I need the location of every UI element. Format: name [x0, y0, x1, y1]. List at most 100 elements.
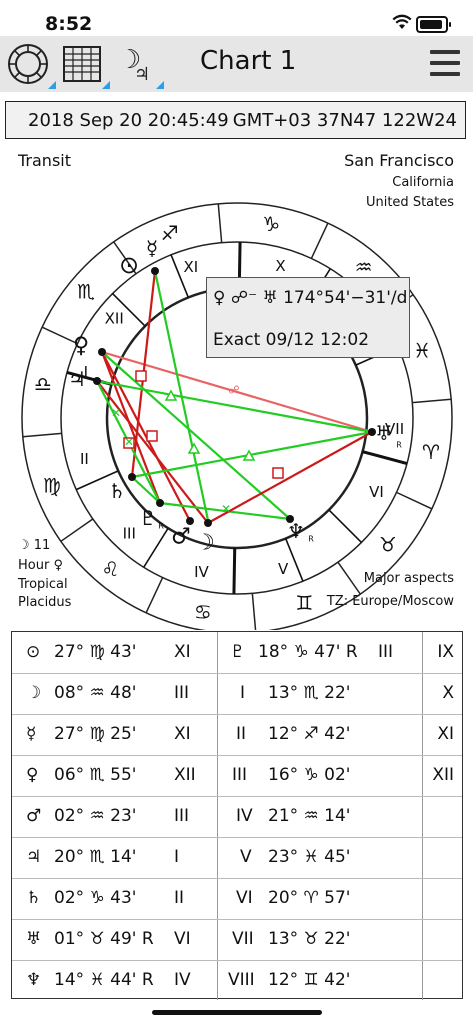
planet-position: 06° ♏ 55' — [54, 765, 137, 785]
sun-icon: ⊙ — [119, 251, 139, 279]
retrograde-marker: R — [396, 441, 402, 450]
planet-position: 27° ♍ 25' — [54, 724, 137, 744]
aspect-detail: ♀ ☍⁻ ♅ 174°54'−31'/d — [213, 288, 408, 308]
table-grid-icon — [63, 46, 101, 82]
house-number-label: X — [275, 257, 285, 275]
planet-symbol: ♃ — [26, 847, 42, 867]
chart-wheel[interactable]: ♏♐♑♒♓♈♉♊♋♌♍♎IIIIIIIVVVIVIIIXXXIXII✕✕✕☍⊙☿… — [0, 140, 473, 630]
toolbar: ☽ ♃ Chart 1 — [0, 36, 473, 92]
planet-symbol: ☽ — [26, 683, 42, 703]
zodiac-sign-icon: ♏ — [77, 279, 95, 303]
table-row[interactable]: ⊙ 27° ♍ 43' XI ♇ 18° ♑ 47' R III IX — [12, 632, 462, 674]
table-row[interactable]: ♀ 06° ♏ 55' XII III 16° ♑ 02' XII — [12, 755, 462, 797]
zodiac-outer-ring — [21, 202, 453, 630]
house-cusp-position: 16° ♑ 02' — [268, 765, 351, 785]
planet-position: 02° ♑ 43' — [54, 888, 137, 908]
house-cusp-position: 12° ♊ 42' — [268, 970, 351, 990]
hamburger-menu-button[interactable] — [430, 50, 460, 78]
moon-icon: ☽ — [195, 531, 215, 556]
mercury-icon: ☿ — [146, 236, 158, 260]
menu-indicator — [102, 81, 110, 89]
planet-symbol: ♄ — [26, 888, 42, 908]
positions-table[interactable]: ⊙ 27° ♍ 43' XI ♇ 18° ♑ 47' R III IX ☽ 08° ♒ 48' I… — [11, 631, 463, 1001]
house-cusp-position: 23° ♓ 45' — [268, 847, 351, 867]
retrograde-marker: R — [308, 535, 314, 544]
sextile-aspect-icon: ✕ — [111, 406, 121, 420]
wifi-icon — [392, 14, 412, 29]
zodiac-sign-icon: ♌ — [101, 557, 119, 581]
planet-house: II — [174, 888, 185, 908]
wheel-view-button[interactable] — [6, 42, 56, 89]
planet-house: VI — [174, 929, 191, 949]
house-cusp-number: IV — [236, 806, 253, 826]
zodiac-sign-icon: ♍ — [43, 473, 61, 497]
mars-icon: ♂ — [171, 525, 191, 550]
planet-position: 02° ♒ 23' — [54, 806, 137, 826]
house-cusp-number: XI — [437, 724, 454, 744]
table-row[interactable]: ♄ 02° ♑ 43' II VI 20° ♈ 57' — [12, 878, 462, 920]
battery-icon — [416, 16, 451, 33]
opposition-aspect-icon: ☍ — [228, 384, 239, 397]
svg-text:♃: ♃ — [134, 64, 150, 85]
planet-symbol: ♆ — [26, 970, 42, 990]
saturn-icon: ♄ — [108, 479, 126, 503]
planet-house: XI — [174, 642, 191, 662]
aspect-tooltip: ♀ ☍⁻ ♅ 174°54'−31'/d Exact 09/12 12:02 — [206, 277, 410, 358]
table-row[interactable]: ♅ 01° ♉ 49' R VI VII 13° ♉ 22' — [12, 919, 462, 961]
planet-house: III — [174, 683, 190, 703]
square-aspect-icon — [272, 467, 284, 479]
house-cusp-number: II — [236, 724, 247, 744]
house-cusp-number: I — [240, 683, 246, 703]
chart-info-box[interactable]: 2018 Sep 20 20:45:49 GMT+03 37N47 122W24 — [5, 101, 466, 139]
house-cusp-position: 13° ♏ 22' — [268, 683, 351, 703]
planet-symbol: ♅ — [26, 929, 42, 949]
planet-position-dot — [156, 499, 164, 507]
table-row[interactable]: ☽ 08° ♒ 48' III I 13° ♏ 22' X — [12, 673, 462, 715]
table-row[interactable]: ♆ 14° ♓ 44' R IV VIII 12° ♊ 42' — [12, 960, 462, 1001]
house-number-label: V — [278, 560, 289, 578]
zodiac-sign-icon: ♎ — [34, 372, 52, 396]
planet-position-dot — [204, 519, 212, 527]
zodiac-sign-icon: ♉ — [379, 533, 397, 557]
uranus-icon: ♅ — [375, 421, 393, 445]
status-time: 8:52 — [45, 13, 93, 35]
aspect-line — [131, 430, 373, 479]
retrograde-marker: R — [158, 522, 164, 531]
house-cusp-number: XII — [432, 765, 454, 785]
planet-house: III — [378, 642, 394, 662]
zodiac-sign-icon: ♊ — [295, 591, 313, 615]
chart-datetime: 2018 Sep 20 20:45:49 — [28, 110, 229, 131]
house-cusp-number: V — [240, 847, 252, 867]
menu-indicator — [156, 81, 164, 89]
transit-view-button[interactable]: ☽ ♃ — [114, 42, 164, 89]
square-aspect-icon — [135, 370, 147, 382]
planet-symbol: ♀ — [26, 765, 39, 785]
zodiac-sign-icon: ♒ — [355, 255, 373, 279]
pluto-icon: ♇ — [139, 506, 157, 530]
planet-symbol: ♇ — [230, 642, 246, 662]
house-cusp-number: VIII — [228, 970, 255, 990]
planet-position: 14° ♓ 44' R — [54, 970, 154, 990]
planet-position: 27° ♍ 43' — [54, 642, 137, 662]
planet-position: 18° ♑ 47' R — [258, 642, 358, 662]
table-row[interactable]: ☿ 27° ♍ 25' XI II 12° ♐ 42' XI — [12, 714, 462, 756]
menu-indicator — [48, 81, 56, 89]
aspect-line — [207, 431, 373, 524]
table-row[interactable]: ♃ 20° ♏ 14' I V 23° ♓ 45' — [12, 837, 462, 879]
house-number-label: XII — [105, 310, 124, 328]
house-cusp-number: X — [442, 683, 454, 703]
house-cusp-number: VI — [236, 888, 253, 908]
chart-title[interactable]: Chart 1 — [200, 46, 380, 76]
house-cusp-position: 13° ♉ 22' — [268, 929, 351, 949]
zodiac-sign-icon: ♑ — [262, 212, 280, 236]
house-number-label: III — [123, 525, 136, 543]
zodiac-sign-icon: ♈ — [422, 440, 440, 464]
jupiter-icon: ♃ — [68, 367, 86, 391]
planet-position-dot — [93, 377, 101, 385]
planet-house: XII — [174, 765, 196, 785]
house-cusp-position: 20° ♈ 57' — [268, 888, 351, 908]
table-view-button[interactable] — [60, 42, 110, 89]
table-row[interactable]: ♂ 02° ♒ 23' III IV 21° ♒ 14' — [12, 796, 462, 838]
chart-zone-coords: GMT+03 37N47 122W24 — [232, 110, 457, 131]
planet-position-dot — [98, 348, 106, 356]
